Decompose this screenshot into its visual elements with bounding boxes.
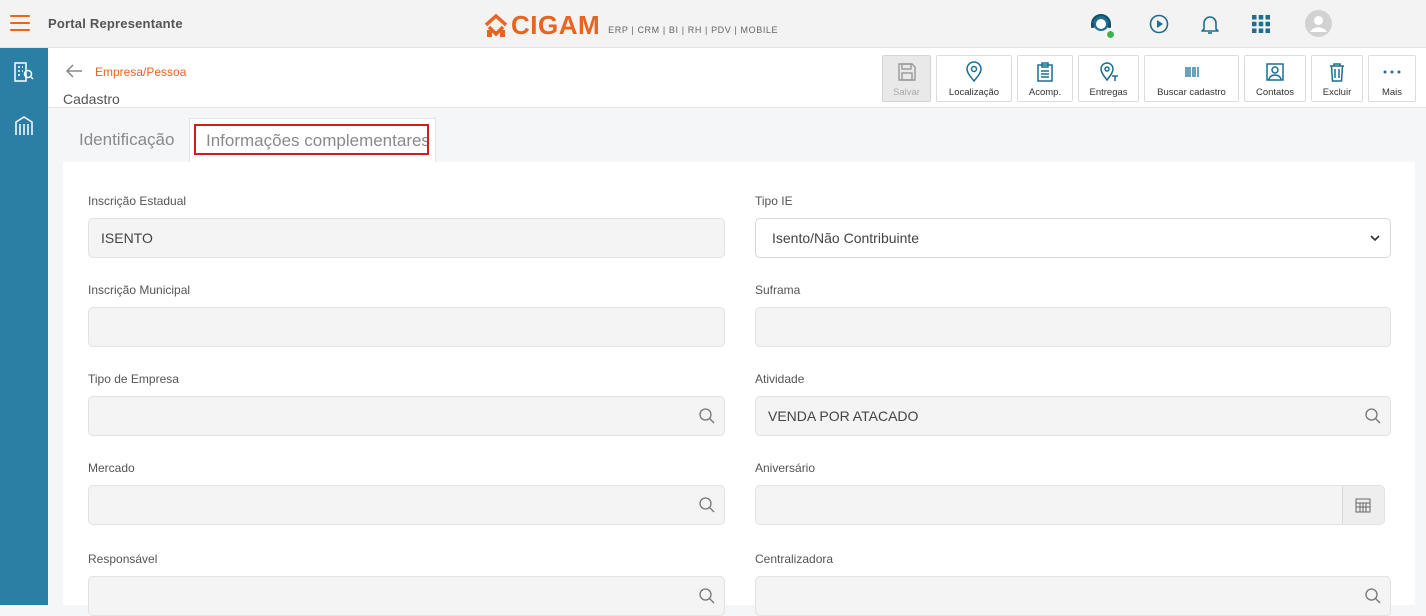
centralizadora-label: Centralizadora (755, 552, 834, 566)
inscricao-estadual-input[interactable]: ISENTO (88, 218, 725, 258)
contatos-button[interactable]: Contatos (1244, 55, 1306, 102)
top-bar: Portal Representante CIGAM ERP | CRM | B… (0, 0, 1426, 48)
barcode-icon (1184, 67, 1199, 77)
menu-icon[interactable] (10, 15, 30, 31)
trash-icon (1330, 63, 1344, 82)
location-label: Localização (948, 87, 1000, 98)
inscricao-estadual-label: Inscrição Estadual (88, 194, 187, 208)
clipboard-icon (1037, 62, 1053, 82)
buscar-cadastro-button[interactable]: Buscar cadastro (1144, 55, 1239, 102)
atividade-label: Atividade (755, 372, 805, 386)
mercado-input[interactable] (88, 485, 725, 525)
suframa-label: Suframa (755, 283, 801, 297)
chevron-down-icon (1370, 235, 1380, 242)
inscricao-municipal-label: Inscrição Municipal (88, 283, 191, 297)
tab-label: Informações complementares (206, 131, 430, 150)
mais-label: Mais (1381, 87, 1403, 98)
responsavel-input[interactable] (88, 576, 725, 616)
online-status-dot (1106, 30, 1115, 39)
tab-identificacao[interactable]: Identificação (63, 118, 190, 162)
calendar-button[interactable] (1342, 486, 1384, 524)
centralizadora-input[interactable] (755, 576, 1391, 616)
tab-informacoes-complementares[interactable]: Informações complementares (189, 118, 436, 162)
search-icon[interactable] (698, 587, 716, 605)
excluir-label: Excluir (1322, 87, 1352, 98)
user-avatar-icon[interactable] (1305, 10, 1332, 37)
responsavel-label: Responsável (88, 552, 158, 566)
save-icon (897, 63, 916, 81)
inscricao-municipal-input[interactable] (88, 307, 725, 347)
building-search-icon[interactable] (12, 60, 36, 84)
logo-text: CIGAM (511, 10, 601, 40)
calendar-icon (1355, 498, 1371, 513)
tipo-empresa-input[interactable] (88, 396, 725, 436)
search-icon[interactable] (698, 496, 716, 514)
aniversario-input[interactable] (755, 485, 1385, 525)
sidebar (0, 48, 48, 605)
search-icon[interactable] (698, 407, 716, 425)
logo-subtitle: ERP | CRM | BI | RH | PDV | MOBILE (608, 25, 779, 35)
atividade-input[interactable]: VENDA POR ATACADO (755, 396, 1391, 436)
mercado-label: Mercado (88, 461, 135, 475)
back-arrow-icon[interactable] (64, 63, 84, 79)
form-panel: Inscrição Estadual ISENTO Tipo IE Isento… (63, 162, 1415, 616)
support-agent-icon[interactable] (1089, 12, 1115, 39)
apps-grid-icon[interactable] (1249, 12, 1273, 36)
page-header: Empresa/Pessoa Cadastro Salvar Localizaç… (48, 48, 1426, 108)
tipo-ie-label: Tipo IE (755, 194, 793, 208)
tab-bar: Identificação Informações complementares (63, 118, 1415, 162)
aniversario-label: Aniversário (755, 461, 816, 475)
play-icon[interactable] (1147, 12, 1171, 36)
search-icon[interactable] (1364, 587, 1382, 605)
store-icon[interactable] (12, 114, 36, 138)
acomp-label: Acomp. (1028, 87, 1062, 98)
mais-button[interactable]: Mais (1368, 55, 1416, 102)
logo-mark-icon (485, 14, 507, 37)
page-title: Cadastro (63, 91, 120, 107)
contatos-label: Contatos (1255, 87, 1295, 98)
search-icon[interactable] (1364, 407, 1382, 425)
tipo-ie-value: Isento/Não Contribuinte (772, 230, 920, 246)
location-pin-icon (966, 61, 982, 83)
contact-card-icon (1266, 63, 1284, 81)
entregas-label: Entregas (1089, 87, 1128, 98)
save-label: Salvar (893, 87, 920, 98)
cigam-logo: CIGAM ERP | CRM | BI | RH | PDV | MOBILE (485, 10, 778, 38)
suframa-input[interactable] (755, 307, 1391, 347)
save-button[interactable]: Salvar (882, 55, 931, 102)
buscar-cadastro-label: Buscar cadastro (1157, 87, 1226, 98)
app-title: Portal Representante (48, 16, 183, 31)
tipo-ie-select[interactable]: Isento/Não Contribuinte (755, 218, 1391, 258)
location-button[interactable]: Localização (936, 55, 1012, 102)
tipo-empresa-label: Tipo de Empresa (88, 372, 179, 386)
breadcrumb[interactable]: Empresa/Pessoa (95, 65, 186, 79)
entregas-button[interactable]: Entregas (1078, 55, 1139, 102)
excluir-button[interactable]: Excluir (1311, 55, 1363, 102)
delivery-pin-icon (1099, 62, 1118, 82)
bell-icon[interactable] (1198, 12, 1222, 36)
more-dots-icon (1383, 70, 1401, 74)
acomp-button[interactable]: Acomp. (1017, 55, 1073, 102)
atividade-value: VENDA POR ATACADO (768, 408, 919, 424)
